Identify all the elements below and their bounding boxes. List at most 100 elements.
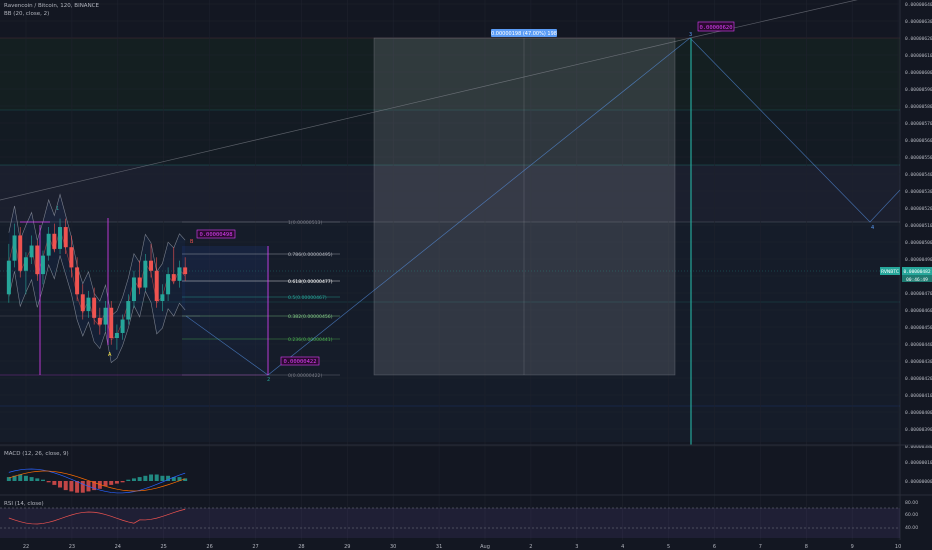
macd-histogram-bar xyxy=(120,481,125,483)
time-tick-label: 23 xyxy=(69,544,75,550)
price-tick-label: 0.00000630 xyxy=(905,19,932,25)
candle-body[interactable] xyxy=(12,235,17,261)
wave-label-1: 1 xyxy=(56,206,59,212)
candle-body[interactable] xyxy=(109,307,114,339)
measure-label[interactable]: 0.00000198 (47.00%) 198 xyxy=(491,29,557,37)
macd-histogram-bar xyxy=(137,477,142,481)
time-tick-label: 29 xyxy=(344,544,350,550)
macd-histogram-bar xyxy=(126,479,131,481)
candle-body[interactable] xyxy=(46,233,51,256)
time-tick-label: 2 xyxy=(529,544,532,550)
candle-body[interactable] xyxy=(92,297,97,318)
fib-level-label: 1(0.00000513) xyxy=(288,220,322,226)
time-tick-label: 24 xyxy=(115,544,121,550)
macd-histogram-bar xyxy=(69,481,74,492)
candle-body[interactable] xyxy=(131,277,136,302)
callout-422[interactable]: 0.00000422 xyxy=(280,356,320,366)
candle-body[interactable] xyxy=(29,245,34,258)
candle-body[interactable] xyxy=(40,255,45,275)
macd-histogram-bar xyxy=(75,481,80,493)
price-tick-label: 0.00000470 xyxy=(905,291,932,297)
macd-tick-label: 0.00000000 xyxy=(905,479,932,485)
candle-body[interactable] xyxy=(75,267,80,295)
candle-body[interactable] xyxy=(35,245,40,275)
candle-body[interactable] xyxy=(58,227,63,249)
price-tick-label: 0.00000610 xyxy=(905,53,932,59)
price-tick-label: 0.00000620 xyxy=(905,36,932,42)
macd-histogram-bar xyxy=(154,474,159,481)
time-axis-panel[interactable] xyxy=(0,540,932,550)
macd-histogram-bar xyxy=(143,475,148,481)
macd-histogram-bar xyxy=(103,481,108,487)
macd-histogram-bar xyxy=(114,481,119,484)
rsi-tick-label: 40.00 xyxy=(905,525,918,531)
callout-620[interactable]: 0.00000620 xyxy=(697,21,735,32)
candle-body[interactable] xyxy=(137,277,142,288)
trading-chart[interactable]: 1(0.00000513) 0.786(0.00000495) 0.618(0.00… xyxy=(0,0,932,550)
wave-label-2: 2 xyxy=(267,377,270,383)
fib-level-label: 0.236(0.00000441) xyxy=(288,337,333,343)
candle-body[interactable] xyxy=(114,332,119,339)
fib-level-label: 0.618(0.00000477) xyxy=(288,279,333,285)
rsi-tick-label: 80.00 xyxy=(905,500,918,506)
candle-body[interactable] xyxy=(154,270,159,302)
macd-histogram-bar xyxy=(18,474,23,481)
macd-tick-label: 0.00000010 xyxy=(905,460,932,466)
fib-level-label: 0.382(0.00000456) xyxy=(288,314,333,320)
price-tick-label: 0.00000540 xyxy=(905,172,932,178)
bb-legend: BB (20, close, 2) xyxy=(4,11,49,17)
wave-label-B: B xyxy=(190,239,194,245)
candle-body[interactable] xyxy=(160,294,165,302)
price-tick-label: 0.00000450 xyxy=(905,325,932,331)
price-tick-label: 0.00000600 xyxy=(905,70,932,76)
candle-body[interactable] xyxy=(69,247,74,268)
time-tick-label: 8 xyxy=(805,544,808,550)
macd-histogram-bar xyxy=(23,475,28,481)
time-tick-label: 25 xyxy=(161,544,167,550)
time-tick-label: 30 xyxy=(390,544,396,550)
macd-histogram-bar xyxy=(52,481,57,485)
price-tick-label: 0.00000560 xyxy=(905,138,932,144)
price-range-measure-box[interactable] xyxy=(374,38,675,375)
candle-body[interactable] xyxy=(52,233,57,249)
candle-body[interactable] xyxy=(86,297,91,312)
svg-text:0.00000498: 0.00000498 xyxy=(199,232,232,238)
fib-level-label: 0.786(0.00000495) xyxy=(288,252,333,258)
wave-label-A: A xyxy=(108,352,112,358)
time-tick-label: 27 xyxy=(252,544,258,550)
macd-histogram-bar xyxy=(149,474,154,481)
candle-body[interactable] xyxy=(97,317,102,325)
price-tick-label: 0.00000500 xyxy=(905,240,932,246)
candle-body[interactable] xyxy=(80,294,85,312)
macd-histogram-bar xyxy=(40,479,45,481)
candle-body[interactable] xyxy=(149,260,154,271)
price-tick-label: 0.00000550 xyxy=(905,155,932,161)
price-tick-label: 0.00000570 xyxy=(905,121,932,127)
candle-body[interactable] xyxy=(18,235,23,271)
svg-text:00:46:49: 00:46:49 xyxy=(906,277,928,283)
candle-body[interactable] xyxy=(6,260,11,295)
macd-histogram-bar xyxy=(35,478,40,481)
candle-body[interactable] xyxy=(63,227,68,248)
wave-label-3: 3 xyxy=(689,32,692,38)
price-tick-label: 0.00000640 xyxy=(905,2,932,8)
macd-histogram-bar xyxy=(80,481,85,493)
callout-498[interactable]: 0.00000498 xyxy=(196,229,236,239)
candle-body[interactable] xyxy=(23,257,28,271)
rsi-tick-label: 60.00 xyxy=(905,512,918,518)
symbol-legend: Ravencoin / Bitcoin, 120, BINANCE xyxy=(4,3,100,9)
candle-body[interactable] xyxy=(120,319,125,333)
time-tick-label: Aug xyxy=(480,544,490,550)
candle-body[interactable] xyxy=(171,274,176,281)
svg-text:RVNBTC: RVNBTC xyxy=(881,269,899,275)
candle-body[interactable] xyxy=(166,274,171,295)
time-tick-label: 4 xyxy=(621,544,624,550)
price-tick-label: 0.00000390 xyxy=(905,427,932,433)
svg-text:0.00000422: 0.00000422 xyxy=(283,359,316,365)
candle-body[interactable] xyxy=(143,260,148,288)
price-tick-label: 0.00000420 xyxy=(905,376,932,382)
candle-body[interactable] xyxy=(177,267,182,281)
time-tick-label: 5 xyxy=(667,544,670,550)
candle-body[interactable] xyxy=(126,301,131,320)
svg-text:0.00000620: 0.00000620 xyxy=(699,25,732,31)
